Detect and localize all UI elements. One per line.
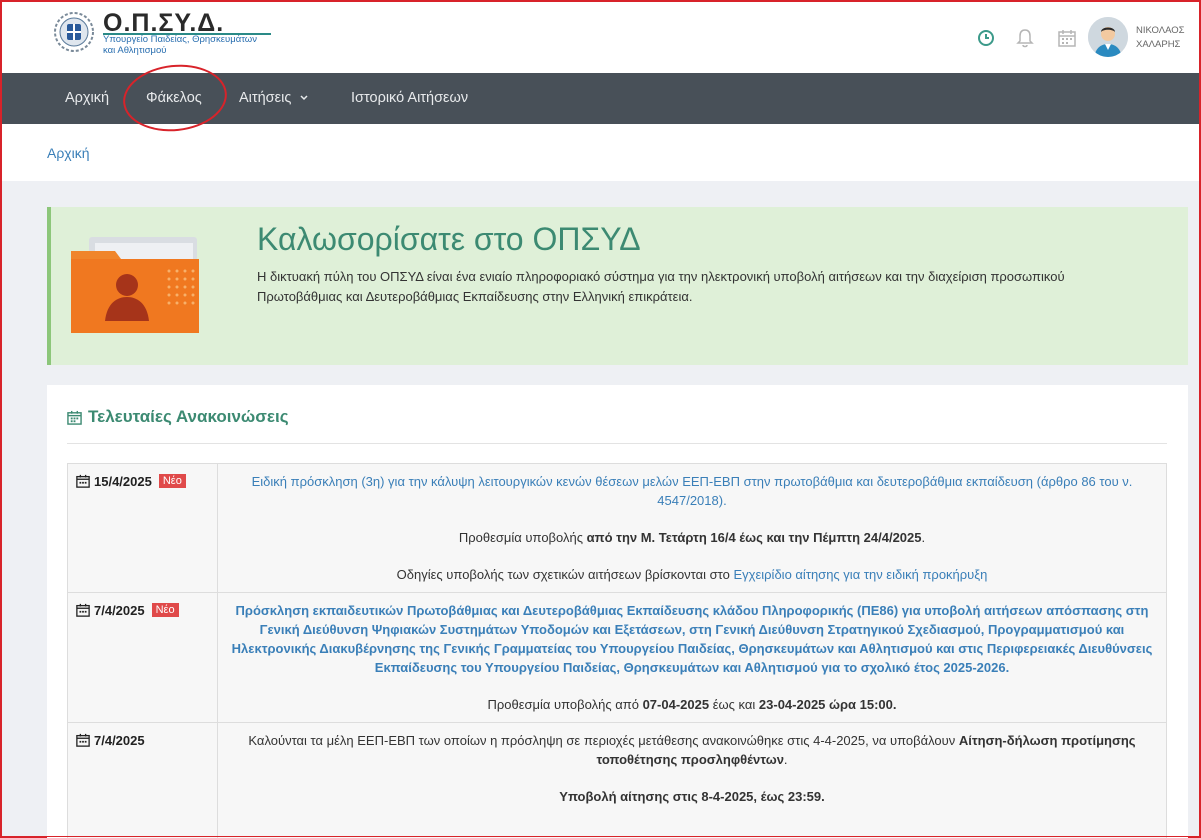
announcement-guide: Οδηγίες υποβολής των σχετικών αιτήσεων β… bbox=[228, 565, 1156, 584]
calendar-icon bbox=[76, 733, 90, 747]
announcement-deadline: Προθεσμία υποβολής από την Μ. Τετάρτη 16… bbox=[228, 528, 1156, 547]
divider bbox=[67, 443, 1167, 444]
deadline-mid: έως και bbox=[712, 697, 756, 712]
welcome-text: Η δικτυακή πύλη του ΟΠΣΥΔ είναι ένα ενια… bbox=[257, 269, 1065, 304]
table-row: 7/4/2025 Καλούνται τα μέλη ΕΕΠ-ΕΒΠ των ο… bbox=[68, 723, 1166, 838]
site-logo[interactable]: Ο.Π.ΣΥ.Δ. Υπουργείο Παιδείας, Θρησκευμάτ… bbox=[53, 9, 273, 59]
calendar-icon[interactable] bbox=[1056, 27, 1078, 49]
announcement-body: Καλούνται τα μέλη ΕΕΠ-ΕΒΠ των οποίων η π… bbox=[218, 723, 1166, 838]
deadline-prefix: Προθεσμία υποβολής bbox=[458, 530, 584, 545]
clock-icon[interactable] bbox=[975, 27, 997, 49]
greek-emblem-icon bbox=[54, 12, 94, 52]
nav-folder[interactable]: Φάκελος bbox=[146, 73, 202, 124]
announcement-body: Πρόσκληση εκπαιδευτικών Πρωτοβάθμιας και… bbox=[218, 593, 1166, 722]
guide-prefix: Οδηγίες υποβολής των σχετικών αιτήσεων β… bbox=[396, 567, 730, 582]
folder-user-icon bbox=[71, 237, 199, 333]
nav-requests[interactable]: Αιτήσεις bbox=[239, 73, 309, 124]
calendar-icon bbox=[76, 474, 90, 488]
announcement-date-cell: 7/4/2025 Νέο bbox=[68, 593, 218, 722]
announcement-link[interactable]: Πρόσκληση εκπαιδευτικών Πρωτοβάθμιας και… bbox=[228, 601, 1156, 677]
deadline-prefix: Προθεσμία υποβολής από bbox=[487, 697, 639, 712]
nav-history[interactable]: Ιστορικό Αιτήσεων bbox=[351, 73, 468, 124]
user-name[interactable]: ΝΙΚΟΛΑΟΣ ΧΑΛΑΡΗΣ bbox=[1136, 24, 1185, 52]
announcements-heading: Τελευταίες Ανακοινώσεις bbox=[67, 407, 289, 427]
chevron-down-icon bbox=[300, 95, 308, 101]
table-row: 15/4/2025 Νέο Ειδική πρόσκληση (3η) για … bbox=[68, 464, 1166, 593]
deadline-dates: από την Μ. Τετάρτη 16/4 έως και την Πέμπ… bbox=[586, 530, 922, 545]
breadcrumb-home[interactable]: Αρχική bbox=[47, 145, 90, 161]
breadcrumb: Αρχική bbox=[1, 124, 1200, 181]
announcement-date: 15/4/2025 bbox=[94, 474, 152, 489]
announcements-title: Τελευταίες Ανακοινώσεις bbox=[88, 407, 289, 426]
deadline-to: 23-04-2025 ώρα 15:00. bbox=[758, 697, 897, 712]
user-last-name: ΧΑΛΑΡΗΣ bbox=[1136, 39, 1181, 50]
welcome-panel: Καλωσορίσατε στο ΟΠΣΥΔ Η δικτυακή πύλη τ… bbox=[47, 207, 1188, 365]
announcement-text-suffix: . bbox=[783, 752, 788, 767]
announcement-submission: Υποβολή αίτησης στις 8-4-2025, έως 23:59… bbox=[559, 789, 825, 804]
bell-icon[interactable] bbox=[1014, 27, 1036, 49]
announcement-text: Καλούνται τα μέλη ΕΕΠ-ΕΒΠ των οποίων η π… bbox=[228, 731, 1156, 769]
ministry-line-1: Υπουργείο Παιδείας, Θρησκευμάτων bbox=[103, 34, 257, 45]
welcome-title: Καλωσορίσατε στο ΟΠΣΥΔ bbox=[257, 221, 641, 257]
ministry-line-2: και Αθλητισμού bbox=[103, 45, 167, 56]
deadline-from: 07-04-2025 bbox=[642, 697, 710, 712]
calendar-icon bbox=[76, 603, 90, 617]
announcements-panel: Τελευταίες Ανακοινώσεις 15/4/2025 Νέο Ει… bbox=[47, 385, 1188, 838]
announcement-text-prefix: Καλούνται τα μέλη ΕΕΠ-ΕΒΠ των οποίων η π… bbox=[248, 733, 956, 748]
announcement-date-cell: 15/4/2025 Νέο bbox=[68, 464, 218, 592]
announcement-body: Ειδική πρόσκληση (3η) για την κάλυψη λει… bbox=[218, 464, 1166, 592]
announcement-date: 7/4/2025 bbox=[94, 603, 145, 618]
main-nav: Αρχική Φάκελος Αιτήσεις Ιστορικό Αιτήσεω… bbox=[1, 73, 1200, 124]
user-avatar[interactable] bbox=[1088, 17, 1128, 57]
announcement-deadline: Προθεσμία υποβολής από 07-04-2025 έως κα… bbox=[228, 695, 1156, 714]
announcement-link[interactable]: Ειδική πρόσκληση (3η) για την κάλυψη λει… bbox=[228, 472, 1156, 510]
announcement-date: 7/4/2025 bbox=[94, 733, 145, 748]
user-first-name: ΝΙΚΟΛΑΟΣ bbox=[1136, 25, 1185, 36]
nav-requests-label: Αιτήσεις bbox=[239, 90, 292, 106]
table-row: 7/4/2025 Νέο Πρόσκληση εκπαιδευτικών Πρω… bbox=[68, 593, 1166, 723]
nav-home[interactable]: Αρχική bbox=[65, 73, 109, 124]
calendar-icon bbox=[67, 410, 82, 425]
deadline-suffix: . bbox=[921, 530, 926, 545]
new-badge: Νέο bbox=[158, 474, 186, 488]
guide-link[interactable]: Εγχειρίδιο αίτησης για την ειδική προκήρ… bbox=[733, 567, 987, 582]
new-badge: Νέο bbox=[151, 603, 179, 617]
announcements-table: 15/4/2025 Νέο Ειδική πρόσκληση (3η) για … bbox=[67, 463, 1167, 838]
top-header: Ο.Π.ΣΥ.Δ. Υπουργείο Παιδείας, Θρησκευμάτ… bbox=[1, 1, 1200, 73]
announcement-date-cell: 7/4/2025 bbox=[68, 723, 218, 838]
